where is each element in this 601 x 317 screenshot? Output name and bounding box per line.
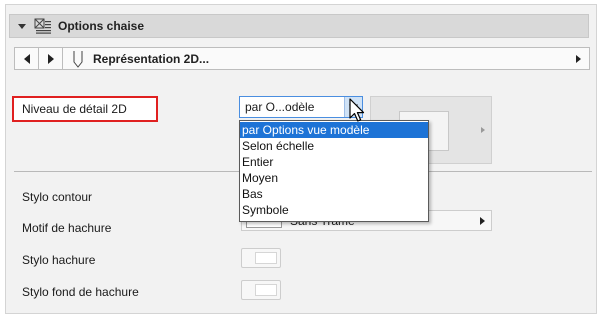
panel-title: Options chaise	[58, 19, 145, 33]
panel-header[interactable]: Options chaise	[9, 14, 589, 38]
lod-option[interactable]: Moyen	[240, 170, 428, 186]
arrow-left-icon	[23, 53, 30, 64]
lod-option[interactable]: Symbole	[240, 202, 428, 218]
lod-dropdown-list[interactable]: par Options vue modèle Selon échelle Ent…	[239, 120, 429, 222]
chair-settings-icon	[34, 18, 51, 34]
section-menu-arrow-icon[interactable]	[576, 55, 581, 63]
lod-select-value: par O...odèle	[245, 100, 315, 114]
arrow-right-icon	[47, 53, 54, 64]
hatch-arrow-icon	[480, 217, 485, 225]
pen-swatch	[255, 252, 277, 264]
preview-arrow-icon[interactable]	[481, 127, 485, 133]
previous-section-button[interactable]	[15, 48, 39, 69]
stylo-fond-hachure-pen-control[interactable]	[241, 280, 281, 300]
pen-swatch	[255, 284, 277, 296]
next-section-button[interactable]	[39, 48, 63, 69]
section-navigator: Représentation 2D...	[14, 47, 590, 70]
stylo-fond-hachure-label: Stylo fond de hachure	[22, 285, 139, 299]
lod-label-text: Niveau de détail 2D	[22, 102, 127, 116]
section-title: Représentation 2D...	[93, 51, 210, 66]
stylo-contour-label: Stylo contour	[22, 190, 93, 204]
lod-label: Niveau de détail 2D	[12, 96, 158, 122]
lod-option[interactable]: Selon échelle	[240, 138, 428, 154]
stylo-hachure-pen-control[interactable]	[241, 248, 281, 268]
lod-option[interactable]: par Options vue modèle	[240, 122, 428, 138]
stylo-hachure-label: Stylo hachure	[22, 253, 96, 267]
pen-icon	[73, 50, 83, 68]
lod-option[interactable]: Entier	[240, 154, 428, 170]
motif-hachure-label: Motif de hachure	[22, 221, 112, 235]
lod-select[interactable]: par O...odèle	[239, 96, 363, 118]
disclosure-triangle-icon[interactable]	[18, 23, 26, 29]
mouse-pointer-icon	[349, 98, 365, 122]
lod-option[interactable]: Bas	[240, 186, 428, 202]
